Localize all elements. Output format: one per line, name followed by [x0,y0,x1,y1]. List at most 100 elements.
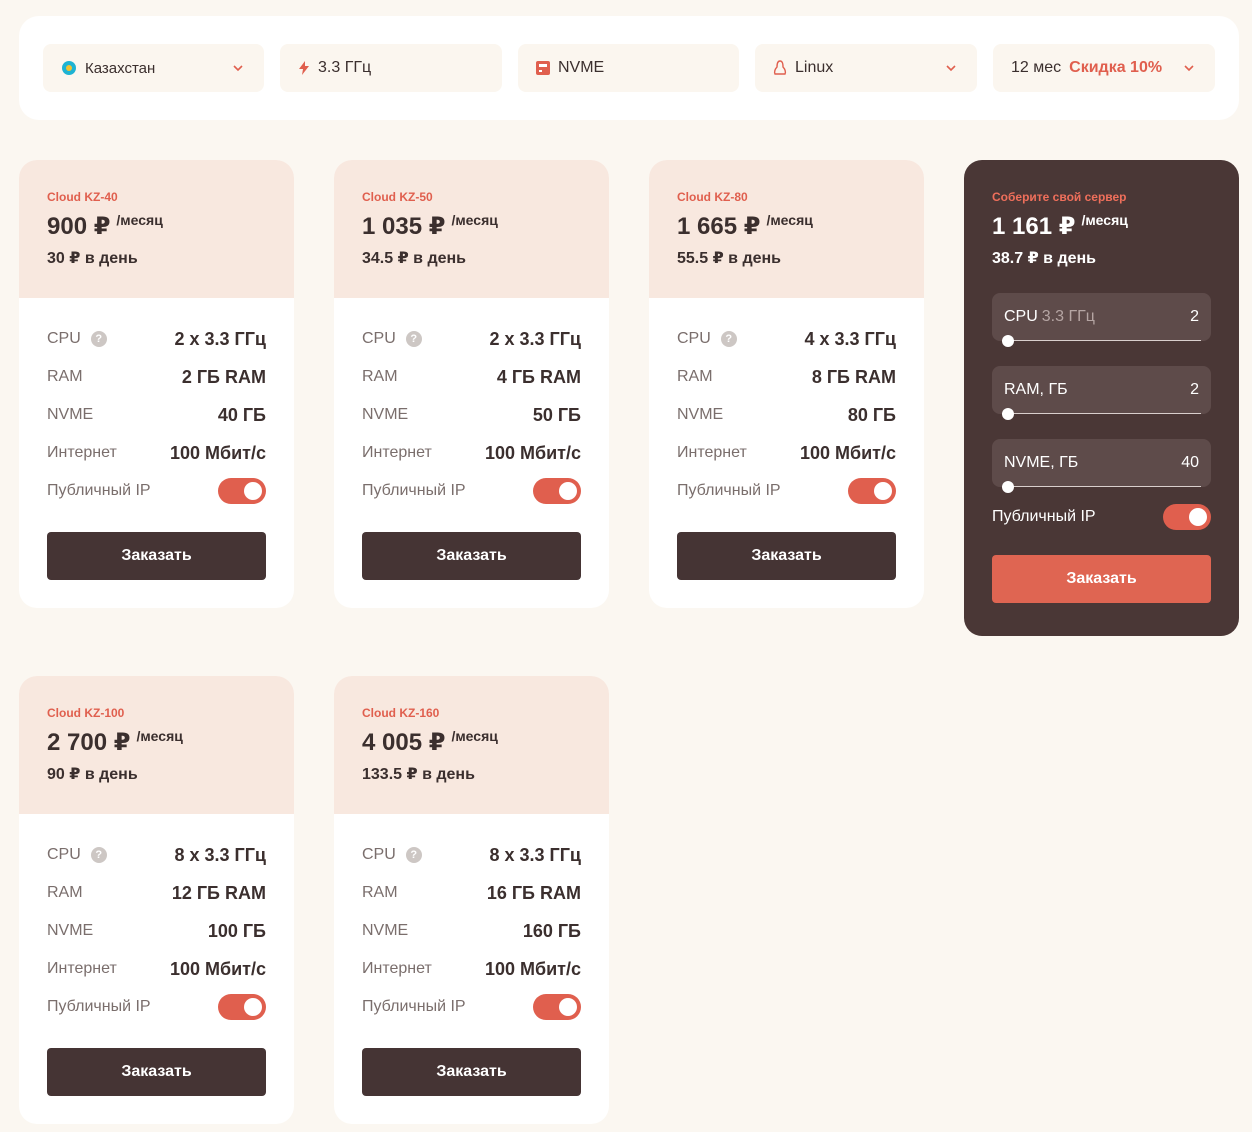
spec-label: Интернет [47,960,117,977]
cpu-slider-frequency: 3.3 ГГц [1041,308,1095,325]
plan-price: 900 ₽ [47,213,111,240]
plan-card-body: CPU? 8 x 3.3 ГГц RAM 12 ГБ RAM NVME 100 … [19,814,294,1124]
per-month-label: /месяц [766,212,813,228]
per-month-label: /месяц [116,212,163,228]
help-icon[interactable]: ? [90,847,107,863]
custom-order-button[interactable]: Заказать [992,555,1211,603]
public-ip-toggle[interactable] [218,994,266,1020]
order-button[interactable]: Заказать [362,1048,581,1096]
public-ip-toggle[interactable] [848,478,896,504]
spec-label: NVME [47,406,94,423]
order-button[interactable]: Заказать [362,532,581,580]
plan-price: 4 005 ₽ [362,729,446,756]
spec-value: 80 ГБ [847,404,896,425]
public-ip-toggle[interactable] [1163,504,1211,530]
cpu-slider-label: CPU [1004,308,1038,325]
kazakhstan-flag-icon [61,60,77,76]
chevron-down-icon [945,61,957,79]
spec-nvme: NVME 100 ГБ [47,912,266,950]
order-button[interactable]: Заказать [677,532,896,580]
spec-public-ip: Публичный IP [677,472,896,510]
spec-label: Публичный IP [47,482,151,499]
spec-public-ip: Публичный IP [47,472,266,510]
spec-label: RAM [362,884,398,901]
plan-card-header: Cloud KZ-40 900 ₽ /месяц 30 ₽ в день [19,160,294,298]
slider-thumb[interactable] [1002,335,1014,347]
custom-title: Соберите свой сервер [992,190,1127,204]
spec-ram: RAM 16 ГБ RAM [362,874,581,912]
plan-card-header: Cloud KZ-100 2 700 ₽ /месяц 90 ₽ в день [19,676,294,814]
plan-card-body: CPU? 2 x 3.3 ГГц RAM 4 ГБ RAM NVME 50 ГБ… [334,298,609,608]
spec-public-ip: Публичный IP [362,472,581,510]
spec-label: CPU [677,330,711,347]
plan-name: Cloud KZ-40 [47,190,118,204]
spec-cpu: CPU? 2 x 3.3 ГГц [362,320,581,358]
plan-card-header: Cloud KZ-80 1 665 ₽ /месяц 55.5 ₽ в день [649,160,924,298]
order-button[interactable]: Заказать [47,1048,266,1096]
plan-card-body: CPU? 4 x 3.3 ГГц RAM 8 ГБ RAM NVME 80 ГБ… [649,298,924,608]
public-ip-toggle[interactable] [218,478,266,504]
spec-value: 100 ГБ [207,920,266,941]
slider-thumb[interactable] [1002,408,1014,420]
disk-type-select[interactable]: NVME [518,44,739,92]
ram-slider-label: RAM, ГБ [1004,381,1068,398]
spec-label: RAM [677,368,713,385]
location-select[interactable]: Казахстан [43,44,264,92]
cpu-slider[interactable]: CPU 3.3 ГГц 2 [992,293,1211,347]
spec-label: Публичный IP [362,482,466,499]
plan-card: Cloud KZ-100 2 700 ₽ /месяц 90 ₽ в день … [19,676,294,1124]
spec-internet: Интернет 100 Мбит/с [362,950,581,988]
help-icon[interactable]: ? [90,331,107,347]
period-label: 12 мес [1011,59,1062,76]
linux-icon [773,60,787,76]
public-ip-toggle[interactable] [533,478,581,504]
spec-value: 16 ГБ RAM [486,882,581,903]
spec-value: 12 ГБ RAM [171,882,266,903]
disk-icon [536,61,550,75]
spec-value: 100 Мбит/с [799,442,896,463]
ram-slider-value: 2 [1190,381,1199,398]
spec-value: 4 ГБ RAM [496,366,581,387]
ram-slider[interactable]: RAM, ГБ 2 [992,366,1211,420]
help-icon[interactable]: ? [405,847,422,863]
spec-nvme: NVME 50 ГБ [362,396,581,434]
spec-label: NVME [362,922,409,939]
plan-price-per-day: 133.5 ₽ в день [362,766,475,783]
spec-label: NVME [362,406,409,423]
plan-price-per-day: 90 ₽ в день [47,766,138,783]
nvme-slider-value: 40 [1181,454,1199,471]
cpu-frequency-label: 3.3 ГГц [318,59,372,76]
spec-label: Публичный IP [47,998,151,1015]
period-select[interactable]: 12 мес Скидка 10% [993,44,1215,92]
per-month-label: /месяц [1081,212,1128,228]
spec-label: RAM [362,368,398,385]
per-month-label: /месяц [451,728,498,744]
chevron-down-icon [1183,61,1195,79]
plan-card-body: CPU? 2 x 3.3 ГГц RAM 2 ГБ RAM NVME 40 ГБ… [19,298,294,608]
help-icon[interactable]: ? [405,331,422,347]
slider-thumb[interactable] [1002,481,1014,493]
slider-track [1004,486,1201,487]
slider-track [1004,340,1201,341]
spec-value: 8 x 3.3 ГГц [489,844,581,865]
spec-label: RAM [47,884,83,901]
location-label: Казахстан [85,59,156,77]
cpu-frequency-select[interactable]: 3.3 ГГц [280,44,502,92]
public-ip-label: Публичный IP [992,508,1096,525]
spec-ram: RAM 8 ГБ RAM [677,358,896,396]
nvme-slider[interactable]: NVME, ГБ 40 [992,439,1211,493]
help-icon[interactable]: ? [720,331,737,347]
public-ip-toggle[interactable] [533,994,581,1020]
spec-cpu: CPU? 8 x 3.3 ГГц [362,836,581,874]
plan-card: Cloud KZ-160 4 005 ₽ /месяц 133.5 ₽ в де… [334,676,609,1124]
plan-price-per-day: 55.5 ₽ в день [677,250,781,267]
nvme-slider-label: NVME, ГБ [1004,454,1079,471]
spec-label: Публичный IP [362,998,466,1015]
spec-label: Публичный IP [677,482,781,499]
order-button[interactable]: Заказать [47,532,266,580]
spec-label: NVME [47,922,94,939]
discount-badge: Скидка 10% [1069,59,1163,76]
spec-label: CPU [362,846,396,863]
plan-price-per-day: 34.5 ₽ в день [362,250,466,267]
os-select[interactable]: Linux [755,44,977,92]
